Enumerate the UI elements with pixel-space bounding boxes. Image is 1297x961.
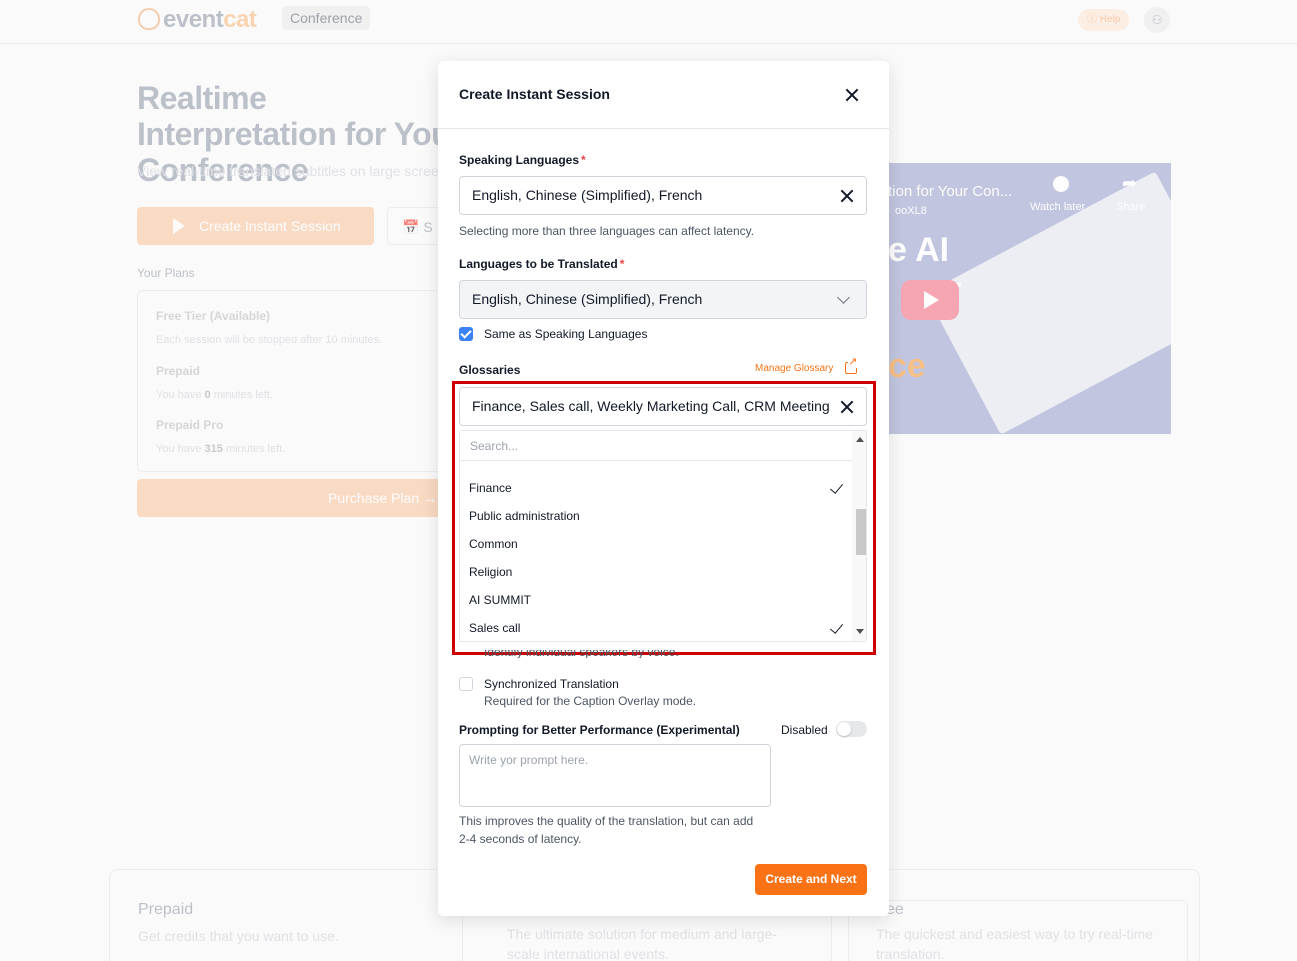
modal-header: Create Instant Session (438, 61, 889, 129)
same-as-speaking-checkbox[interactable] (459, 327, 473, 341)
highlight-annotation (452, 381, 876, 655)
prompt-textarea[interactable]: Write yor prompt here. (459, 744, 771, 807)
speaker-identification-hint: Identify individual speakers by voice. (484, 650, 679, 658)
create-session-modal: Create Instant Session Speaking Language… (438, 61, 889, 916)
synchronized-translation-checkbox[interactable] (459, 677, 473, 691)
speaking-languages-value: English, Chinese (Simplified), French (472, 187, 703, 203)
close-icon[interactable] (840, 83, 864, 107)
clear-icon[interactable] (840, 189, 854, 203)
speaking-languages-hint: Selecting more than three languages can … (459, 224, 755, 238)
prompting-toggle-label: Disabled (781, 723, 828, 737)
chevron-down-icon (837, 291, 850, 304)
translated-languages-select[interactable]: English, Chinese (Simplified), French (459, 280, 867, 319)
prompting-label: Prompting for Better Performance (Experi… (459, 723, 740, 737)
create-and-next-button[interactable]: Create and Next (755, 864, 867, 895)
translated-languages-label: Languages to be Translated * (459, 257, 625, 271)
translated-languages-value: English, Chinese (Simplified), French (472, 291, 703, 307)
prompting-hint: 2-4 seconds of latency. (459, 832, 582, 846)
speaking-languages-select[interactable]: English, Chinese (Simplified), French (459, 176, 867, 215)
external-link-icon[interactable] (845, 357, 858, 374)
synchronized-translation-label[interactable]: Synchronized Translation (484, 677, 619, 691)
synchronized-translation-hint: Required for the Caption Overlay mode. (484, 694, 697, 708)
same-as-speaking-label[interactable]: Same as Speaking Languages (484, 327, 647, 341)
manage-glossary-link[interactable]: Manage Glossary (755, 363, 833, 374)
prompting-toggle[interactable] (836, 721, 867, 737)
modal-title: Create Instant Session (459, 86, 610, 102)
glossaries-label: Glossaries (459, 363, 521, 377)
prompting-hint: This improves the quality of the transla… (459, 814, 754, 828)
speaking-languages-label: Speaking Languages * (459, 153, 586, 167)
